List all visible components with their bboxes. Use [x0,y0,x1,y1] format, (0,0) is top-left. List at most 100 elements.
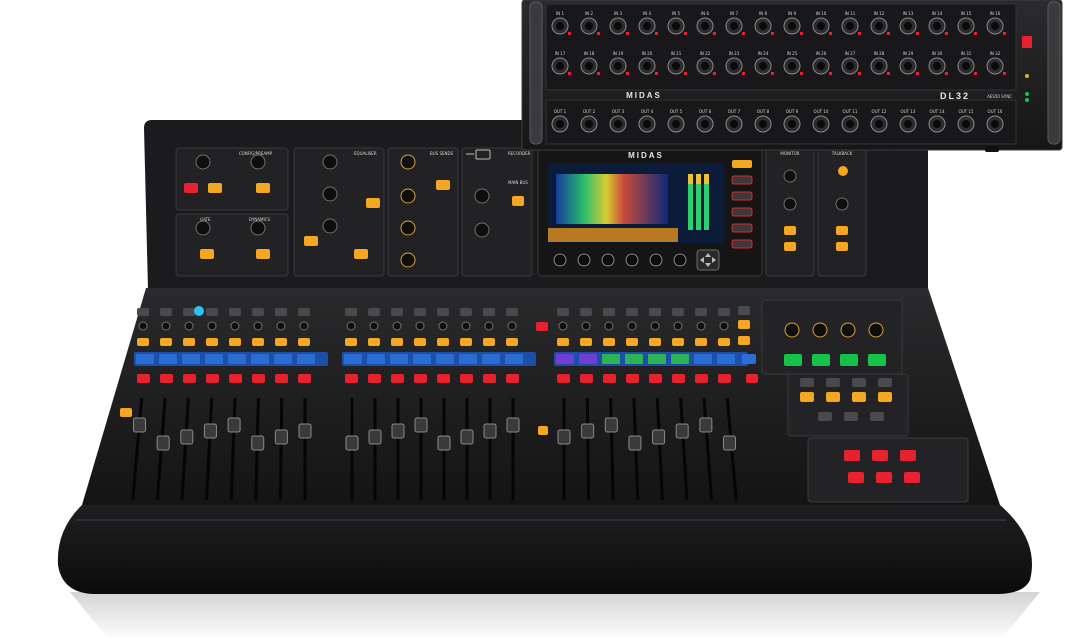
channel-knob[interactable] [581,321,591,331]
select-button[interactable] [437,338,449,346]
fader-cap[interactable] [251,435,265,451]
channel-button[interactable] [437,308,449,316]
channel-knob[interactable] [253,321,263,331]
channel-knob[interactable] [558,321,568,331]
channel-button[interactable] [603,308,615,316]
mute-button[interactable] [391,374,404,383]
select-button[interactable] [183,338,195,346]
mute-button[interactable] [368,374,381,383]
channel-button[interactable] [252,308,264,316]
channel-button[interactable] [137,308,149,316]
channel-button[interactable] [483,308,495,316]
fader-cap[interactable] [581,423,595,439]
select-button[interactable] [206,338,218,346]
select-button[interactable] [557,338,569,346]
channel-button[interactable] [649,308,661,316]
channel-button[interactable] [580,308,592,316]
channel-knob[interactable] [276,321,286,331]
user-button-4[interactable] [868,354,886,366]
select-button[interactable] [298,338,310,346]
fader-cap[interactable] [652,429,666,445]
select-button[interactable] [368,338,380,346]
mute-group-1[interactable] [844,450,860,461]
fader-cap[interactable] [156,435,170,451]
select-button[interactable] [506,338,518,346]
mute-button[interactable] [275,374,288,383]
mute-button[interactable] [460,374,473,383]
fader-cap[interactable] [391,423,405,439]
fader-cap[interactable] [699,417,713,433]
fader-cap[interactable] [274,429,288,445]
fader-cap[interactable] [604,417,618,433]
mute-button[interactable] [252,374,265,383]
mute-group-5[interactable] [876,472,892,483]
mute-group-6[interactable] [904,472,920,483]
channel-button[interactable] [414,308,426,316]
select-button[interactable] [345,338,357,346]
select-button[interactable] [649,338,661,346]
rack-power-button[interactable] [1022,36,1032,48]
select-button[interactable] [252,338,264,346]
channel-button[interactable] [206,308,218,316]
mute-button[interactable] [626,374,639,383]
mute-button[interactable] [183,374,196,383]
mute-button[interactable] [298,374,311,383]
channel-knob[interactable] [438,321,448,331]
select-button[interactable] [718,338,730,346]
mute-button[interactable] [229,374,242,383]
select-button[interactable] [603,338,615,346]
user-button-2[interactable] [812,354,830,366]
mute-group-2[interactable] [872,450,888,461]
mute-button[interactable] [695,374,708,383]
channel-button[interactable] [345,308,357,316]
fader-cap[interactable] [437,435,451,451]
mute-button[interactable] [345,374,358,383]
mute-button[interactable] [437,374,450,383]
channel-knob[interactable] [184,321,194,331]
fader-cap[interactable] [483,423,497,439]
select-button[interactable] [626,338,638,346]
select-button[interactable] [275,338,287,346]
mute-button[interactable] [137,374,150,383]
select-button[interactable] [137,338,149,346]
mute-button[interactable] [206,374,219,383]
channel-knob[interactable] [138,321,148,331]
channel-button[interactable] [672,308,684,316]
channel-knob[interactable] [650,321,660,331]
fader-cap[interactable] [368,429,382,445]
select-button[interactable] [672,338,684,346]
mute-button[interactable] [649,374,662,383]
mute-button[interactable] [603,374,616,383]
mute-button[interactable] [483,374,496,383]
channel-knob[interactable] [719,321,729,331]
channel-knob[interactable] [161,321,171,331]
select-button[interactable] [580,338,592,346]
mute-group-3[interactable] [900,450,916,461]
channel-knob[interactable] [484,321,494,331]
channel-button[interactable] [160,308,172,316]
channel-knob[interactable] [415,321,425,331]
mute-button[interactable] [580,374,593,383]
channel-knob[interactable] [230,321,240,331]
fader-cap[interactable] [345,435,359,451]
channel-knob[interactable] [604,321,614,331]
channel-knob[interactable] [299,321,309,331]
channel-knob[interactable] [392,321,402,331]
fader-cap[interactable] [557,429,571,445]
channel-button[interactable] [718,308,730,316]
user-button-3[interactable] [840,354,858,366]
channel-button[interactable] [229,308,241,316]
select-button[interactable] [483,338,495,346]
fader-cap[interactable] [414,417,428,433]
channel-knob[interactable] [207,321,217,331]
channel-button[interactable] [183,308,195,316]
fader-cap[interactable] [298,423,312,439]
select-button[interactable] [391,338,403,346]
channel-knob[interactable] [696,321,706,331]
fader-cap[interactable] [203,423,217,439]
mute-button[interactable] [414,374,427,383]
channel-knob[interactable] [627,321,637,331]
select-button-cyan[interactable] [194,306,204,316]
channel-button[interactable] [506,308,518,316]
fader-cap[interactable] [506,417,520,433]
